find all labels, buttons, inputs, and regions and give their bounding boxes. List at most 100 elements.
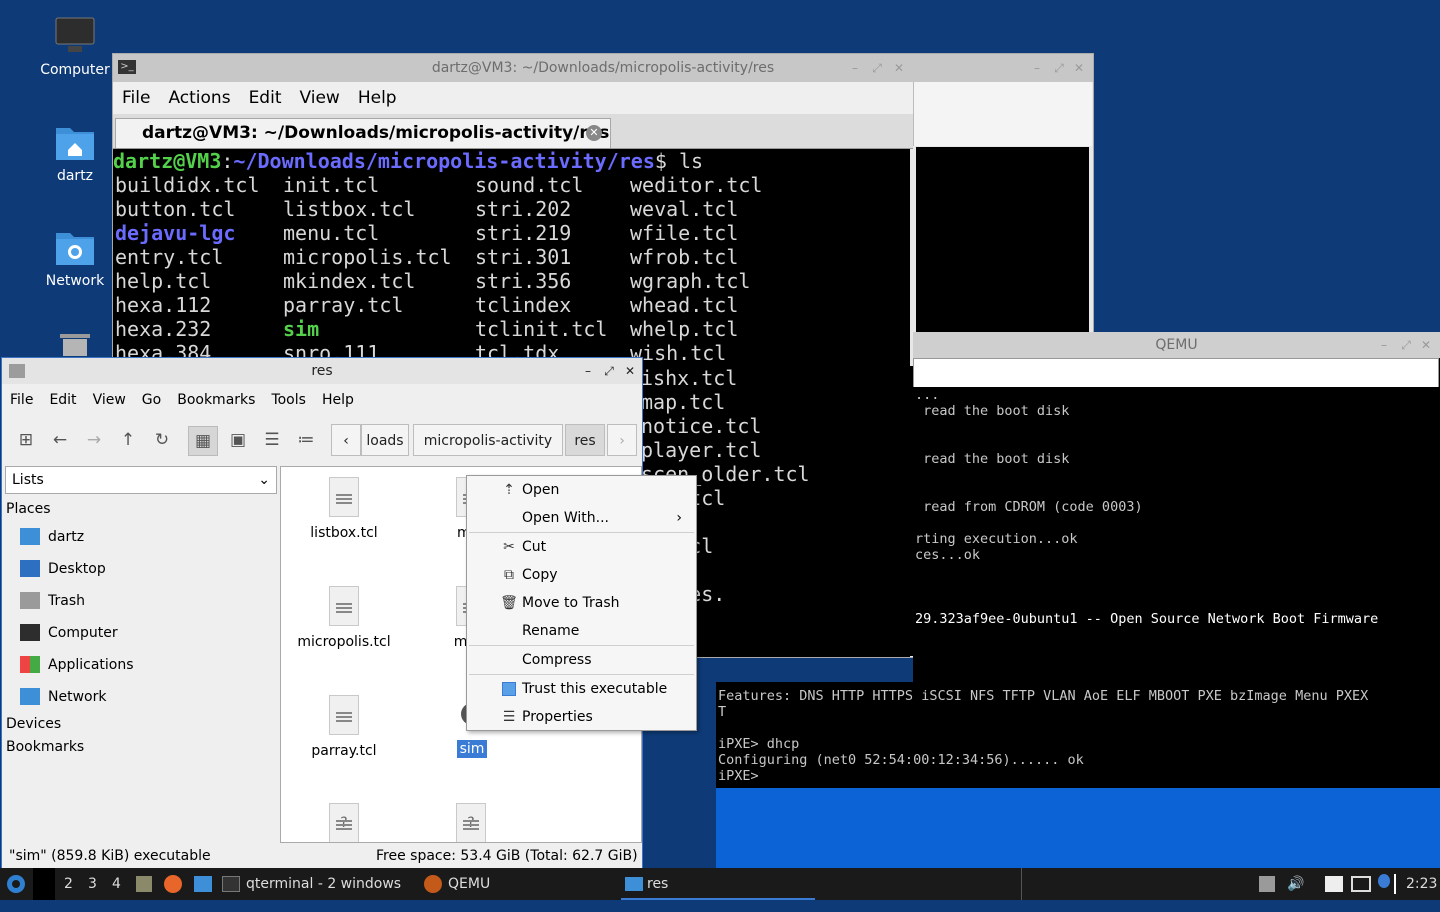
menu-item-trust-executable[interactable]: Trust this executable: [467, 676, 696, 702]
menu-view[interactable]: View: [85, 386, 134, 408]
task-file-manager[interactable]: res: [621, 868, 815, 900]
menu-view[interactable]: View: [290, 82, 348, 108]
qemu-screen-lower[interactable]: Features: DNS HTTP HTTPS iSCSI NFS TFTP …: [716, 682, 1440, 788]
minimize-icon[interactable]: –: [578, 358, 598, 384]
forward-arrow-icon[interactable]: →: [80, 426, 108, 454]
menu-item-properties[interactable]: ☰ Properties: [467, 704, 696, 730]
breadcrumb-item[interactable]: micropolis-activity: [413, 424, 563, 456]
detailed-view-icon[interactable]: ≔: [292, 426, 320, 454]
start-menu-icon[interactable]: [6, 868, 28, 900]
side-pane: Places dartz Desktop Trash Computer Appl…: [2, 498, 278, 759]
minimize-icon[interactable]: –: [1027, 54, 1047, 82]
sidebar-item-dartz[interactable]: dartz: [2, 521, 278, 553]
menu-help[interactable]: Help: [349, 82, 406, 108]
menu-help[interactable]: Help: [314, 386, 362, 408]
side-pane-mode-select[interactable]: Lists ⌄: [5, 466, 277, 494]
menu-item-move-to-trash[interactable]: 🗑 Move to Trash: [467, 590, 696, 616]
desktop-icon-computer[interactable]: Computer: [35, 16, 115, 78]
file-item[interactable]: ?: [416, 803, 526, 842]
workspace-1[interactable]: [33, 868, 55, 900]
sidebar-item-desktop[interactable]: Desktop: [2, 553, 278, 585]
ls-entry: wfrob.tcl: [630, 245, 739, 269]
menu-item-copy[interactable]: ⧉ Copy: [467, 562, 696, 588]
maximize-icon[interactable]: ⤢: [1049, 54, 1069, 82]
menu-file[interactable]: File: [113, 82, 159, 108]
workspace-3[interactable]: 3: [88, 868, 97, 900]
ls-entry: init.tcl: [283, 173, 380, 197]
menu-item-open[interactable]: ⇡ Open: [467, 477, 696, 503]
checkbox-checked-icon[interactable]: [500, 676, 518, 702]
maximize-icon[interactable]: ⤢: [1396, 332, 1416, 358]
menu-item-rename[interactable]: Rename: [467, 618, 696, 644]
menu-edit[interactable]: Edit: [240, 82, 291, 108]
reload-icon[interactable]: ↻: [148, 426, 176, 454]
breadcrumb-item-current[interactable]: res: [565, 424, 605, 456]
minimize-icon[interactable]: –: [1374, 332, 1394, 358]
sidebar-item-network[interactable]: Network: [2, 681, 278, 713]
menu-item-open-with[interactable]: Open With... ›: [467, 505, 696, 531]
terminal-icon: [222, 876, 240, 892]
menu-actions[interactable]: Actions: [159, 82, 239, 108]
task-qterminal[interactable]: qterminal - 2 windows: [222, 868, 417, 900]
menu-bookmarks[interactable]: Bookmarks: [169, 386, 263, 408]
qterminal-titlebar[interactable]: >_ dartz@VM3: ~/Downloads/micropolis-act…: [113, 54, 1093, 82]
trash-icon[interactable]: [56, 330, 94, 356]
network-status-icon[interactable]: [1351, 876, 1371, 892]
desktop-icon-home[interactable]: dartz: [35, 122, 115, 184]
sidebar-item-applications[interactable]: Applications: [2, 649, 278, 681]
sidebar-item-computer[interactable]: Computer: [2, 617, 278, 649]
ls-entry: wgraph.tcl: [630, 269, 751, 293]
breadcrumb-scroll-left-icon[interactable]: ‹: [331, 424, 361, 456]
maximize-icon[interactable]: ⤢: [599, 358, 619, 384]
firefox-icon[interactable]: [164, 875, 182, 893]
chevron-right-icon: ›: [676, 510, 682, 526]
compact-view-icon[interactable]: ☰: [258, 426, 286, 454]
clock[interactable]: 2:23: [1406, 868, 1437, 900]
menu-item-compress[interactable]: Compress: [467, 647, 696, 673]
file-item[interactable]: micropolis.tcl: [289, 586, 399, 650]
file-manager-launcher-icon[interactable]: [136, 876, 152, 892]
back-arrow-icon[interactable]: ←: [46, 426, 74, 454]
devices-header[interactable]: Devices: [2, 713, 278, 736]
file-manager-titlebar[interactable]: res – ⤢ ✕: [2, 358, 642, 384]
terminal-tab[interactable]: dartz@VM3: ~/Downloads/micropolis-activi…: [115, 118, 611, 148]
qemu-icon: [424, 875, 442, 893]
menu-tools[interactable]: Tools: [263, 386, 314, 408]
tab-close-icon[interactable]: ✕: [586, 125, 602, 141]
update-notifier-icon[interactable]: [1378, 874, 1390, 888]
qemu-titlebar[interactable]: QEMU – ⤢ ✕: [913, 332, 1440, 358]
sidebar-item-trash[interactable]: Trash: [2, 585, 278, 617]
places-header[interactable]: Places: [2, 498, 278, 521]
removable-media-icon[interactable]: [1259, 876, 1275, 892]
file-item[interactable]: parray.tcl: [289, 695, 399, 759]
breadcrumb-scroll-right-icon[interactable]: ›: [607, 424, 637, 456]
volume-icon[interactable]: 🔊: [1287, 868, 1304, 900]
file-item[interactable]: listbox.tcl: [289, 477, 399, 541]
breadcrumb-item[interactable]: loads: [361, 424, 409, 456]
bookmarks-header[interactable]: Bookmarks: [2, 736, 278, 759]
ls-entry: stri.301: [475, 245, 572, 269]
desktop-icon[interactable]: [194, 876, 212, 892]
menu-item-cut[interactable]: ✂ Cut: [467, 534, 696, 560]
workspace-2[interactable]: 2: [64, 868, 73, 900]
menu-file[interactable]: File: [2, 386, 41, 408]
thumbnail-view-icon[interactable]: ▣: [224, 426, 252, 454]
menu-go[interactable]: Go: [134, 386, 169, 408]
file-item[interactable]: ?: [289, 803, 399, 842]
ls-entry: buildidx.tcl: [115, 173, 260, 197]
icon-view-icon[interactable]: ▦: [188, 426, 218, 456]
task-qemu[interactable]: QEMU: [424, 868, 614, 900]
minimize-icon[interactable]: –: [845, 54, 865, 82]
maximize-icon[interactable]: ⤢: [867, 54, 887, 82]
close-icon[interactable]: ✕: [620, 358, 640, 384]
workspace-4[interactable]: 4: [112, 868, 121, 900]
close-icon[interactable]: ✕: [889, 54, 909, 82]
new-tab-icon[interactable]: ⊞: [12, 426, 40, 454]
close-icon[interactable]: ✕: [1069, 54, 1089, 82]
close-icon[interactable]: ✕: [1416, 332, 1436, 358]
menu-item-label: Trust this executable: [522, 681, 668, 697]
clipboard-icon[interactable]: [1325, 876, 1343, 892]
up-arrow-icon[interactable]: ↑: [114, 426, 142, 454]
desktop-icon-network[interactable]: Network: [35, 227, 115, 289]
menu-edit[interactable]: Edit: [41, 386, 84, 408]
